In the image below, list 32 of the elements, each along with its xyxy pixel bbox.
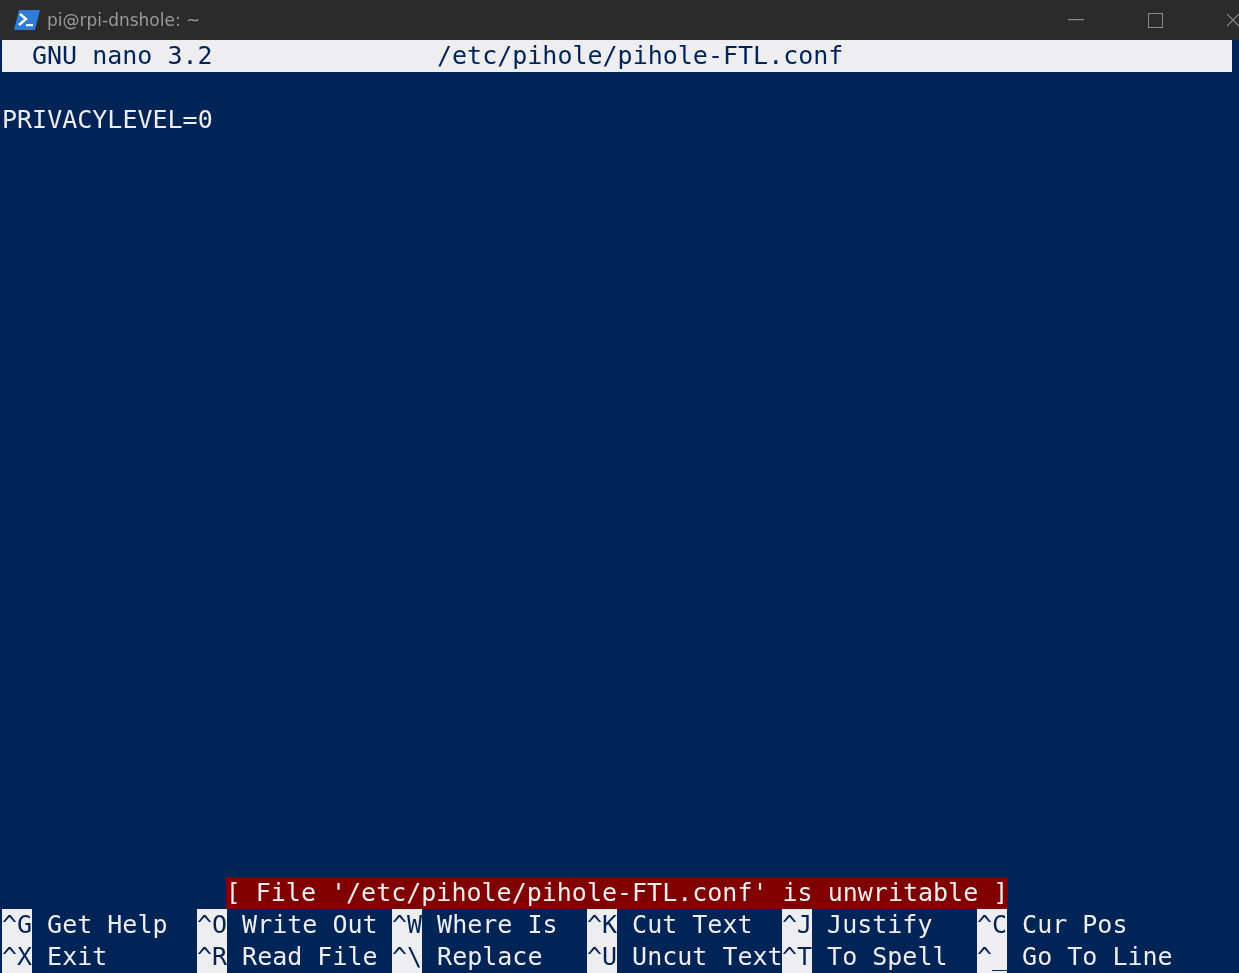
shortcut-key: ^_ (977, 941, 1008, 973)
shortcut-key: ^T (782, 941, 813, 973)
shortcut-key: ^O (197, 909, 228, 941)
shortcut-key: ^K (587, 909, 618, 941)
shortcut-key: ^X (2, 941, 33, 973)
shortcut-key: ^J (782, 909, 813, 941)
shortcut-label: Cur Pos (1022, 909, 1128, 941)
shortcut-label: Read File (242, 941, 378, 973)
shortcut-label: Go To Line (1022, 941, 1173, 973)
shortcut-key: ^R (197, 941, 228, 973)
shortcut-label: Replace (437, 941, 543, 973)
shortcut-label: Cut Text (632, 909, 753, 941)
shortcut-label: Justify (827, 909, 933, 941)
shortcut-label: Write Out (242, 909, 378, 941)
shortcut-key: ^G (2, 909, 33, 941)
shortcut-label: To Spell (827, 941, 948, 973)
shortcut-label: Get Help (47, 909, 168, 941)
shortcut-key: ^U (587, 941, 618, 973)
shortcut-key: ^\ (392, 941, 423, 973)
shortcut-label: Exit (47, 941, 108, 973)
shortcut-key: ^W (392, 909, 423, 941)
shortcut-label: Where Is (437, 909, 558, 941)
maximize-icon[interactable] (1148, 12, 1163, 28)
shortcut-label: Uncut Text (632, 941, 783, 973)
shortcut-key: ^C (977, 909, 1008, 941)
status-message: [ File '/etc/pihole/pihole-FTL.conf' is unwritable ] (225, 877, 1009, 909)
file-line: PRIVACYLEVEL=0 (2, 104, 213, 136)
editor-version: GNU nano 3.2 (32, 40, 214, 72)
file-name: /etc/pihole/pihole-FTL.conf (437, 40, 844, 72)
terminal-prompt-icon (14, 9, 40, 31)
window-title: pi@rpi-dnshole: ~ (47, 10, 201, 30)
minimize-icon[interactable] (1068, 19, 1084, 21)
